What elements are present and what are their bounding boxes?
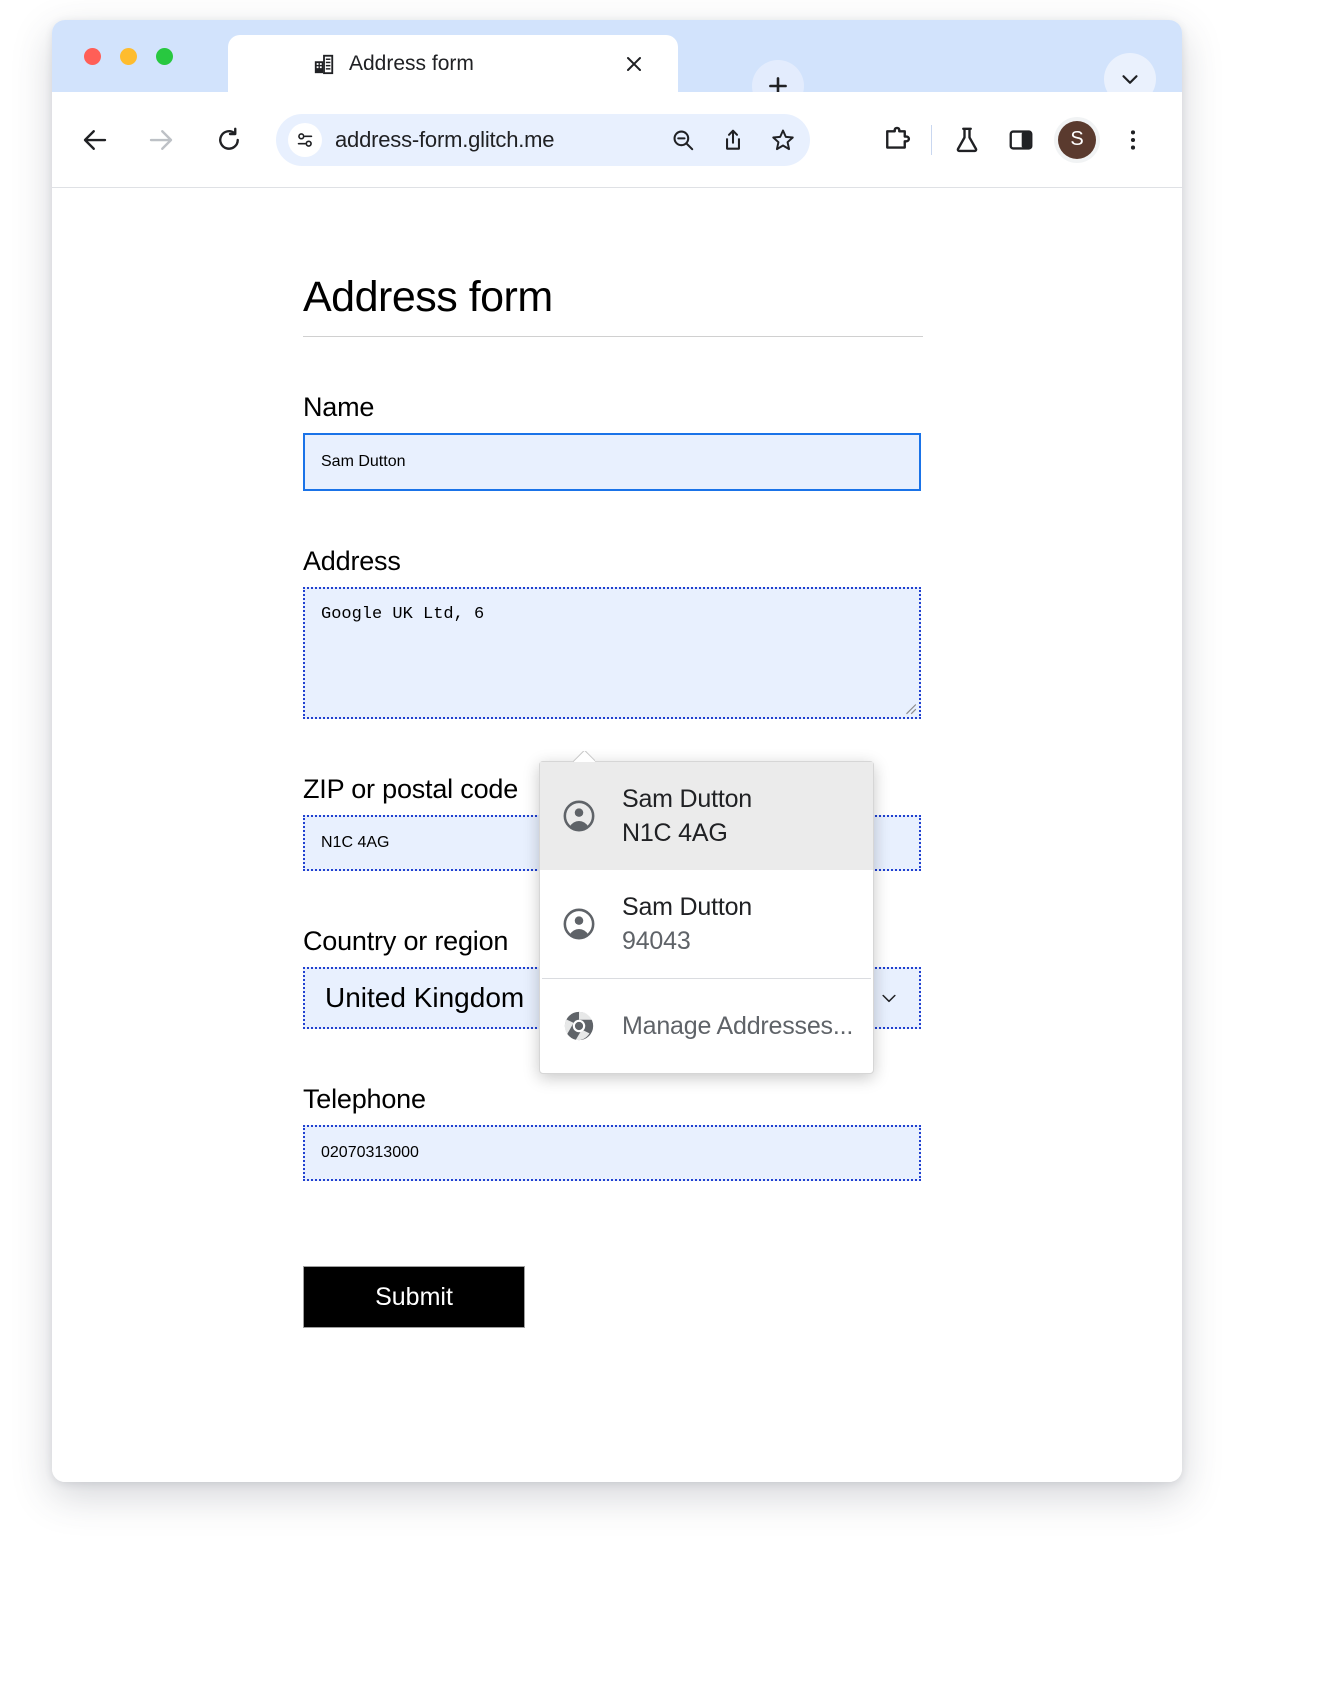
maximize-window-button[interactable] (156, 48, 173, 65)
autofill-suggestion-1-primary: Sam Dutton (622, 782, 752, 817)
toolbar-divider (931, 125, 932, 155)
toolbar-right-actions: S (869, 116, 1160, 164)
star-icon[interactable] (770, 127, 796, 153)
close-window-button[interactable] (84, 48, 101, 65)
three-dot-menu-icon (1120, 127, 1146, 153)
name-input-value: Sam Dutton (321, 453, 405, 471)
autofill-suggestion-1-text: Sam Dutton N1C 4AG (622, 782, 752, 851)
zoom-out-icon[interactable] (670, 127, 696, 153)
address-textarea-value: Google UK Ltd, 6 (321, 605, 484, 624)
tune-icon (294, 129, 316, 151)
field-telephone: Telephone 02070313000 (303, 1084, 923, 1181)
dropdown-caret (573, 751, 595, 762)
puzzle-piece-icon (881, 125, 911, 155)
autofill-suggestion-1-secondary: N1C 4AG (622, 816, 752, 851)
person-account-icon (562, 907, 596, 941)
profile-button[interactable]: S (1054, 117, 1100, 163)
reload-icon (214, 125, 244, 155)
address-textarea[interactable]: Google UK Ltd, 6 (303, 587, 921, 719)
autofill-suggestion-2-secondary: 94043 (622, 924, 752, 959)
telephone-input-value: 02070313000 (321, 1144, 419, 1162)
resize-handle-icon[interactable] (903, 701, 917, 715)
field-label-name: Name (303, 392, 923, 423)
side-panel-button[interactable] (994, 116, 1048, 164)
site-settings-icon[interactable] (288, 123, 322, 157)
address-bar[interactable]: address-form.glitch.me (276, 114, 810, 166)
manage-addresses-item[interactable]: Manage Addresses... (540, 979, 873, 1073)
name-input[interactable]: Sam Dutton (303, 433, 921, 491)
chevron-down-icon (1117, 66, 1143, 92)
chevron-down-icon (879, 988, 899, 1008)
field-label-address: Address (303, 546, 923, 577)
browser-toolbar: address-form.glitch.me (52, 92, 1182, 188)
autofill-suggestion-1[interactable]: Sam Dutton N1C 4AG (540, 762, 873, 870)
side-panel-icon (1007, 126, 1035, 154)
autofill-suggestion-2[interactable]: Sam Dutton 94043 (540, 870, 873, 978)
omnibox-actions (670, 127, 796, 153)
browser-window: Address form (52, 20, 1182, 1482)
arrow-forward-icon (146, 125, 176, 155)
back-button[interactable] (72, 117, 118, 163)
telephone-input[interactable]: 02070313000 (303, 1125, 921, 1181)
extensions-button[interactable] (869, 116, 923, 164)
experiments-button[interactable] (940, 116, 994, 164)
tab-strip: Address form (52, 20, 1182, 92)
reload-button[interactable] (206, 117, 252, 163)
postal-code-input-value: N1C 4AG (321, 834, 389, 852)
person-account-icon (562, 799, 596, 833)
autofill-suggestion-2-primary: Sam Dutton (622, 890, 752, 925)
forward-button[interactable] (138, 117, 184, 163)
submit-button[interactable]: Submit (303, 1266, 525, 1328)
field-label-telephone: Telephone (303, 1084, 923, 1115)
minimize-window-button[interactable] (120, 48, 137, 65)
tab-title: Address form (349, 52, 474, 76)
close-icon[interactable] (622, 52, 646, 76)
page-title: Address form (303, 273, 923, 337)
avatar: S (1058, 121, 1096, 159)
manage-addresses-label: Manage Addresses... (622, 1012, 853, 1041)
page-viewport: Address form Name Sam Dutton Address Goo… (52, 188, 1182, 1482)
window-controls (84, 48, 173, 65)
chrome-menu-button[interactable] (1106, 116, 1160, 164)
browser-tab[interactable]: Address form (228, 35, 678, 92)
url-text: address-form.glitch.me (335, 127, 554, 153)
chrome-logo-icon (562, 1009, 596, 1043)
flask-icon (952, 125, 982, 155)
field-address: Address Google UK Ltd, 6 (303, 546, 923, 719)
country-select-value: United Kingdom (325, 982, 524, 1014)
autofill-dropdown: Sam Dutton N1C 4AG Sam Dutton 94043 (539, 761, 874, 1074)
site-building-icon (313, 53, 335, 75)
share-icon[interactable] (720, 127, 746, 153)
autofill-suggestion-2-text: Sam Dutton 94043 (622, 890, 752, 959)
screenshot-root: Address form (0, 0, 1318, 1686)
arrow-back-icon (80, 125, 110, 155)
field-name: Name Sam Dutton (303, 392, 923, 491)
